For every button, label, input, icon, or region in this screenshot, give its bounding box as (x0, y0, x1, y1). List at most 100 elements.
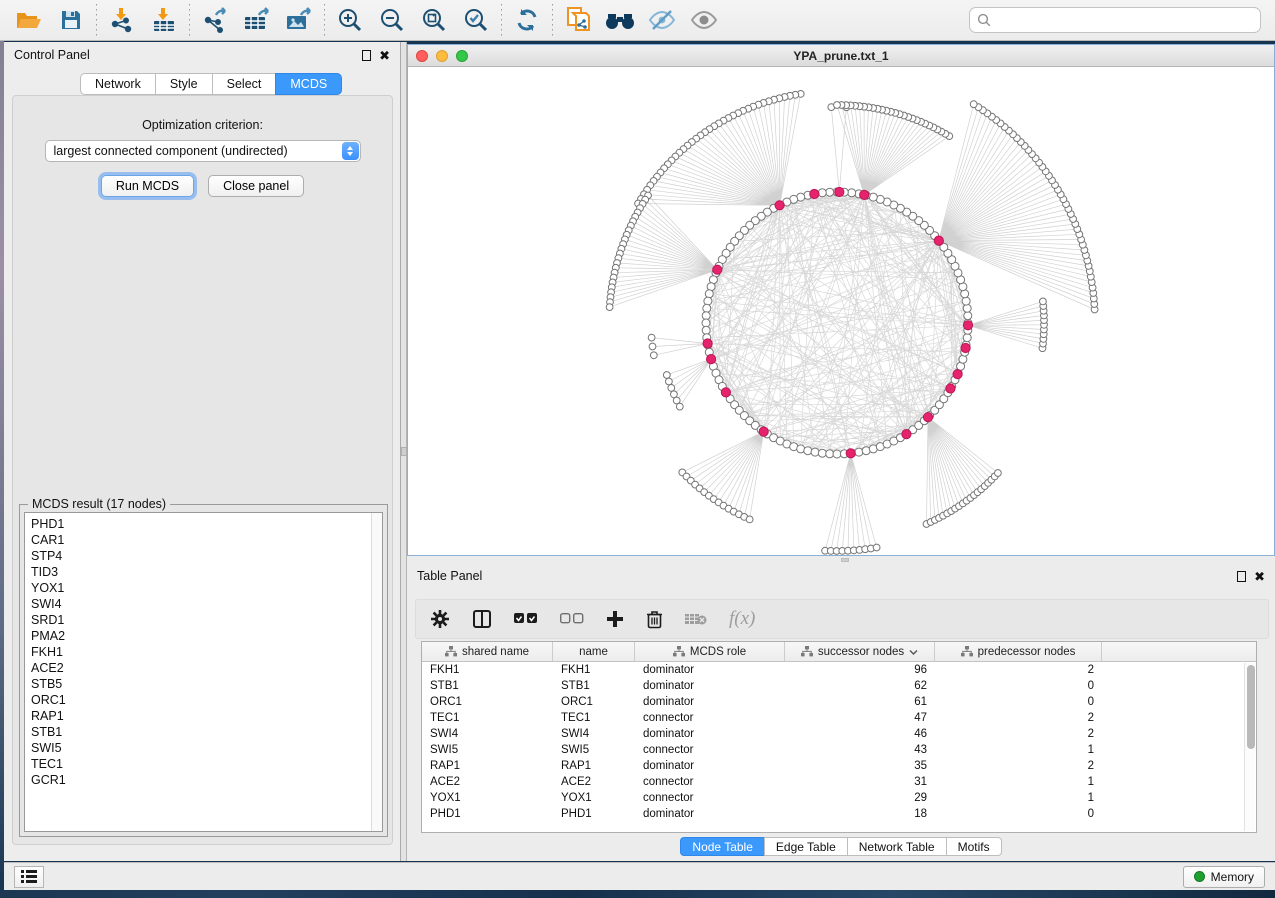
graph-leaf-node[interactable] (650, 352, 657, 359)
show-all-button[interactable] (683, 3, 725, 37)
graph-leaf-node[interactable] (668, 385, 675, 392)
graph-mcds-node[interactable] (953, 370, 962, 379)
mcds-result-item[interactable]: STP4 (31, 548, 382, 564)
graph-node[interactable] (702, 326, 710, 334)
mcds-result-item[interactable]: CAR1 (31, 532, 382, 548)
function-builder-button[interactable]: f(x) (729, 608, 755, 630)
first-neighbors-button[interactable] (599, 3, 641, 37)
search-field[interactable] (969, 7, 1261, 33)
graph-leaf-node[interactable] (663, 372, 670, 379)
table-row[interactable]: PHD1PHD1dominator180 (422, 806, 1256, 822)
refresh-view-button[interactable] (506, 3, 548, 37)
export-network-button[interactable] (194, 3, 236, 37)
graph-node[interactable] (818, 189, 826, 197)
graph-node[interactable] (705, 290, 713, 298)
graph-mcds-node[interactable] (810, 189, 819, 198)
tab-edge-table[interactable]: Edge Table (764, 837, 847, 856)
graph-mcds-node[interactable] (846, 449, 855, 458)
mcds-result-item[interactable]: STB5 (31, 676, 382, 692)
mcds-result-list[interactable]: PHD1CAR1STP4TID3YOX1SWI4SRD1PMA2FKH1ACE2… (24, 512, 383, 832)
mcds-result-item[interactable]: ACE2 (31, 660, 382, 676)
export-table-button[interactable] (236, 3, 278, 37)
column-header-name[interactable]: name (553, 642, 635, 661)
graph-mcds-node[interactable] (961, 343, 970, 352)
graph-mcds-node[interactable] (775, 201, 784, 210)
graph-node[interactable] (826, 450, 834, 458)
graph-node[interactable] (964, 312, 972, 320)
horizontal-splitter[interactable] (407, 556, 1275, 563)
zoom-selected-button[interactable] (455, 3, 497, 37)
network-window-titlebar[interactable]: YPA_prune.txt_1 (408, 45, 1274, 67)
graph-leaf-node[interactable] (873, 544, 880, 551)
select-all-button[interactable] (514, 613, 538, 625)
float-panel-icon[interactable] (362, 50, 371, 61)
import-network-button[interactable] (101, 3, 143, 37)
save-session-button[interactable] (50, 3, 92, 37)
graph-node[interactable] (826, 188, 834, 196)
zoom-out-button[interactable] (371, 3, 413, 37)
mcds-list-scrollbar[interactable] (371, 513, 382, 831)
add-row-button[interactable] (606, 610, 624, 628)
tab-network[interactable]: Network (80, 73, 155, 95)
mcds-result-item[interactable]: SRD1 (31, 612, 382, 628)
graph-leaf-node[interactable] (606, 304, 613, 311)
graph-leaf-node[interactable] (746, 516, 753, 523)
column-header-predecessor-nodes[interactable]: predecessor nodes (935, 642, 1102, 661)
table-row[interactable]: SWI4SWI4dominator462 (422, 726, 1256, 742)
mcds-result-item[interactable]: ORC1 (31, 692, 382, 708)
table-scrollbar-thumb[interactable] (1247, 665, 1255, 749)
graph-node[interactable] (702, 319, 710, 327)
search-input[interactable] (996, 10, 1253, 30)
float-panel-icon[interactable] (1237, 571, 1246, 582)
graph-mcds-node[interactable] (707, 355, 716, 364)
tab-network-table[interactable]: Network Table (847, 837, 946, 856)
close-panel-icon[interactable]: ✖ (1254, 570, 1265, 583)
graph-node[interactable] (848, 189, 856, 197)
graph-node[interactable] (703, 304, 711, 312)
graph-node[interactable] (704, 297, 712, 305)
graph-node[interactable] (833, 450, 841, 458)
graph-mcds-node[interactable] (902, 430, 911, 439)
table-row[interactable]: TEC1TEC1connector472 (422, 710, 1256, 726)
graph-node[interactable] (818, 449, 826, 457)
graph-node[interactable] (963, 304, 971, 312)
graph-mcds-node[interactable] (934, 236, 943, 245)
graph-mcds-node[interactable] (759, 427, 768, 436)
graph-leaf-node[interactable] (834, 102, 841, 109)
tab-motifs[interactable]: Motifs (946, 837, 1002, 856)
unselect-all-button[interactable] (560, 613, 584, 625)
tab-select[interactable]: Select (212, 73, 276, 95)
show-columns-button[interactable] (472, 609, 492, 629)
mcds-result-item[interactable]: FKH1 (31, 644, 382, 660)
column-header-shared-name[interactable]: shared name (422, 642, 553, 661)
table-row[interactable]: FKH1FKH1dominator962 (422, 662, 1256, 678)
table-row[interactable]: SWI5SWI5connector431 (422, 742, 1256, 758)
hide-selected-button[interactable] (641, 3, 683, 37)
table-row[interactable]: ACE2ACE2connector311 (422, 774, 1256, 790)
graph-leaf-node[interactable] (995, 470, 1002, 477)
mcds-result-item[interactable]: TEC1 (31, 756, 382, 772)
zoom-fit-button[interactable] (413, 3, 455, 37)
node-table[interactable]: shared namenameMCDS rolesuccessor nodesp… (421, 641, 1257, 833)
tab-node-table[interactable]: Node Table (680, 837, 764, 856)
mcds-result-item[interactable]: GCR1 (31, 772, 382, 788)
close-panel-button[interactable]: Close panel (208, 175, 304, 197)
graph-mcds-node[interactable] (703, 339, 712, 348)
delete-row-button[interactable] (646, 610, 663, 629)
zoom-in-button[interactable] (329, 3, 371, 37)
graph-node[interactable] (702, 312, 710, 320)
graph-leaf-node[interactable] (1040, 298, 1047, 305)
mcds-result-item[interactable]: PHD1 (31, 516, 382, 532)
table-scrollbar[interactable] (1244, 663, 1255, 831)
graph-leaf-node[interactable] (970, 101, 977, 108)
column-header-MCDS-role[interactable]: MCDS role (635, 642, 785, 661)
table-row[interactable]: YOX1YOX1connector291 (422, 790, 1256, 806)
graph-mcds-node[interactable] (713, 265, 722, 274)
graph-mcds-node[interactable] (946, 384, 955, 393)
tab-style[interactable]: Style (155, 73, 212, 95)
column-header-successor-nodes[interactable]: successor nodes (785, 642, 935, 661)
table-row[interactable]: STB1STB1dominator620 (422, 678, 1256, 694)
network-canvas[interactable] (408, 67, 1274, 555)
mcds-result-item[interactable]: YOX1 (31, 580, 382, 596)
run-mcds-button[interactable]: Run MCDS (101, 175, 194, 197)
